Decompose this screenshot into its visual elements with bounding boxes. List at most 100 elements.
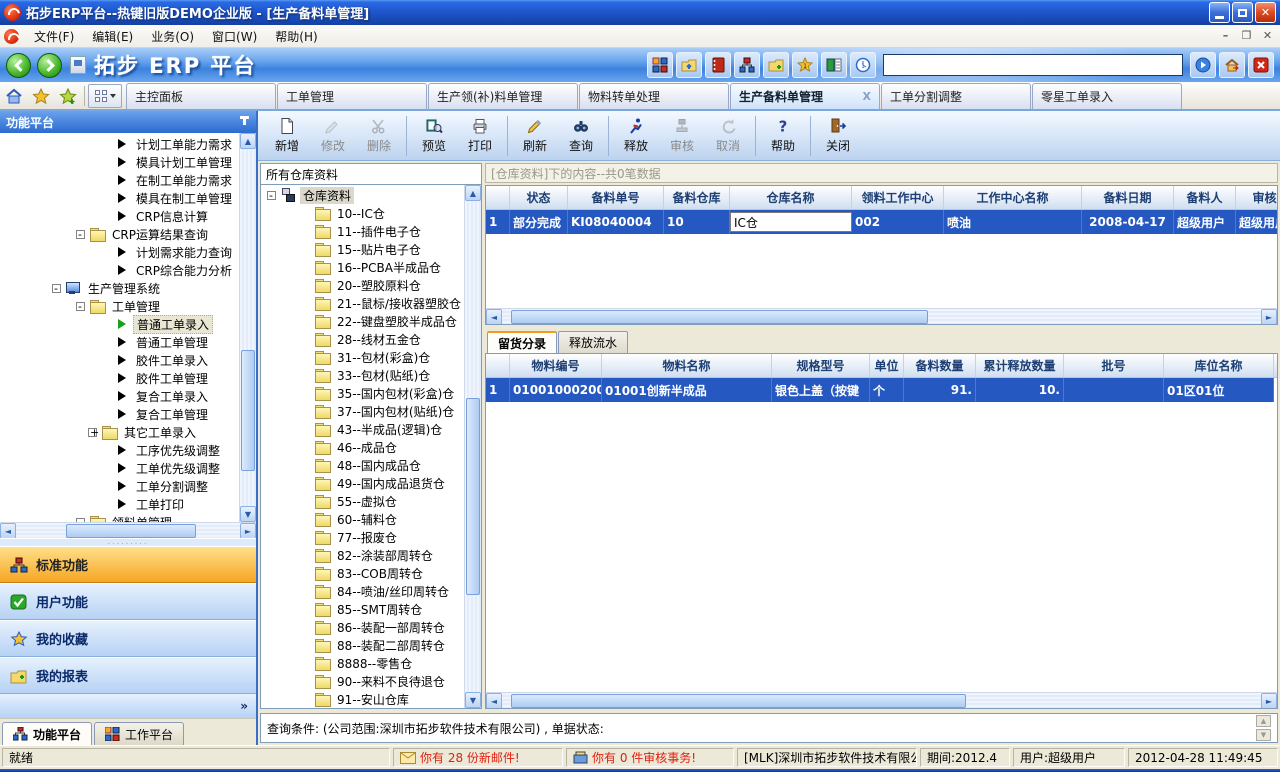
- menu-item[interactable]: 文件(F): [25, 26, 83, 47]
- grid-cell[interactable]: 91.: [904, 378, 976, 402]
- warehouse-tree-item[interactable]: 91--安山仓库: [261, 690, 464, 708]
- refresh-button[interactable]: 刷新: [512, 113, 558, 159]
- scroll-left-icon[interactable]: ◄: [486, 693, 502, 709]
- detail-tab[interactable]: 释放流水: [558, 331, 628, 353]
- tree-item[interactable]: 胶件工单录入: [0, 351, 239, 369]
- warehouse-tree-item[interactable]: 11--插件电子仓: [261, 222, 464, 240]
- column-header[interactable]: 备料仓库: [664, 186, 730, 209]
- tree-item[interactable]: 计划需求能力查询: [0, 243, 239, 261]
- warehouse-tree-item[interactable]: 33--包材(贴纸)仓: [261, 366, 464, 384]
- grid-cell[interactable]: 2008-04-17: [1082, 210, 1174, 234]
- tree-expander-icon[interactable]: [88, 428, 97, 437]
- tree-item[interactable]: 工单分割调整: [0, 477, 239, 495]
- column-header[interactable]: 备料数量: [904, 354, 976, 377]
- warehouse-tree-item[interactable]: 83--COB周转仓: [261, 564, 464, 582]
- warehouse-tree-item[interactable]: 仓库资料: [261, 186, 464, 204]
- mdi-restore-icon[interactable]: ❐: [1238, 29, 1255, 44]
- menu-item[interactable]: 帮助(H): [266, 26, 326, 47]
- orgchart-icon[interactable]: [734, 52, 760, 78]
- warehouse-tree-item[interactable]: 20--塑胶原料仓: [261, 276, 464, 294]
- sidebar-panel-my-reports[interactable]: 我的报表: [0, 657, 256, 694]
- sidebar-vertical-scrollbar[interactable]: ▲ ▼: [239, 133, 256, 522]
- grid-cell[interactable]: 1: [486, 378, 510, 402]
- document-tab[interactable]: 工单分割调整: [881, 83, 1031, 109]
- column-header[interactable]: 规格型号: [772, 354, 870, 377]
- column-header[interactable]: 库位名称: [1164, 354, 1274, 377]
- home-exit-icon[interactable]: [1219, 52, 1245, 78]
- tree-item[interactable]: 胶件工单管理: [0, 369, 239, 387]
- warehouse-tree-item[interactable]: 88--装配二部周转仓: [261, 636, 464, 654]
- splitter-handle[interactable]: .........: [0, 538, 256, 546]
- warehouse-vertical-scrollbar[interactable]: ▲ ▼: [464, 185, 481, 708]
- grid-row-selected[interactable]: 1部分完成KI0804000410IC仓002喷油2008-04-17超级用户超…: [486, 210, 1278, 234]
- tree-item[interactable]: 计划工单能力需求: [0, 135, 239, 153]
- column-header[interactable]: 累计释放数量: [976, 354, 1064, 377]
- menu-item[interactable]: 业务(O): [142, 26, 203, 47]
- sidebar-panel-my-favorites[interactable]: 我的收藏: [0, 620, 256, 657]
- help-button[interactable]: ? 帮助: [760, 113, 806, 159]
- document-tab[interactable]: 工单管理: [277, 83, 427, 109]
- pin-icon[interactable]: [238, 116, 250, 128]
- column-header[interactable]: [486, 186, 510, 209]
- grid2-horizontal-scrollbar[interactable]: ◄ ►: [486, 692, 1277, 708]
- forward-button[interactable]: [37, 53, 62, 78]
- tree-item[interactable]: 模具在制工单管理: [0, 189, 239, 207]
- scrollbar-thumb[interactable]: [511, 694, 966, 708]
- column-header[interactable]: 领料工作中心: [852, 186, 944, 209]
- scrollbar-thumb[interactable]: [466, 398, 480, 594]
- folder-up-icon[interactable]: [676, 52, 702, 78]
- query-button[interactable]: 查询: [558, 113, 604, 159]
- grid-cell[interactable]: KI08040004: [568, 210, 664, 234]
- restore-button[interactable]: [1232, 2, 1253, 23]
- scroll-up-icon[interactable]: ▲: [240, 133, 256, 149]
- grid-cell[interactable]: 01001创新半成品: [602, 378, 772, 402]
- warehouse-tree-item[interactable]: 21--鼠标/接收器塑胶仓: [261, 294, 464, 312]
- warehouse-tree-item[interactable]: 48--国内成品仓: [261, 456, 464, 474]
- tree-expander-icon[interactable]: [267, 191, 276, 200]
- column-header[interactable]: 工作中心名称: [944, 186, 1082, 209]
- scroll-down-icon[interactable]: ▼: [240, 506, 256, 522]
- column-header[interactable]: 备料单号: [568, 186, 664, 209]
- column-header[interactable]: 仓库名称: [730, 186, 852, 209]
- grid-cell[interactable]: 超级用户: [1236, 210, 1278, 234]
- reminder-clock-icon[interactable]: 1: [850, 52, 876, 78]
- sidebar-panel-standard-functions[interactable]: 标准功能: [0, 546, 256, 583]
- document-tab[interactable]: 零星工单录入: [1032, 83, 1182, 109]
- tab-work-platform[interactable]: 工作平台: [94, 722, 184, 745]
- column-header[interactable]: 物料名称: [602, 354, 772, 377]
- column-header[interactable]: 批号: [1064, 354, 1164, 377]
- mdi-minimize-icon[interactable]: –: [1217, 29, 1234, 44]
- tree-item[interactable]: CRP综合能力分析: [0, 261, 239, 279]
- warehouse-tree-item[interactable]: 10--IC仓: [261, 204, 464, 222]
- tree-item[interactable]: CRP信息计算: [0, 207, 239, 225]
- close-view-button[interactable]: 关闭: [815, 113, 861, 159]
- tree-item[interactable]: 工单管理: [0, 297, 239, 315]
- document-tab[interactable]: 主控面板: [126, 83, 276, 109]
- column-header[interactable]: 物料编号: [510, 354, 602, 377]
- warehouse-tree-item[interactable]: 60--辅料仓: [261, 510, 464, 528]
- favorite-add-icon[interactable]: [56, 84, 80, 108]
- layout-switch-button[interactable]: [88, 84, 122, 108]
- go-icon[interactable]: [1190, 52, 1216, 78]
- tree-item[interactable]: 生产管理系统: [0, 279, 239, 297]
- close-button[interactable]: ✕: [1255, 2, 1276, 23]
- warehouse-tree-item[interactable]: 31--包材(彩盒)仓: [261, 348, 464, 366]
- grid-cell[interactable]: 0100100020000: [510, 378, 602, 402]
- grid-cell[interactable]: [1064, 378, 1164, 402]
- grid-cell[interactable]: 个: [870, 378, 904, 402]
- status-mail[interactable]: 你有 28 份新邮件!: [393, 748, 563, 767]
- warehouse-tree-item[interactable]: 37--国内包材(贴纸)仓: [261, 402, 464, 420]
- warehouse-tree-item[interactable]: 49--国内成品退货仓: [261, 474, 464, 492]
- column-header[interactable]: 单位: [870, 354, 904, 377]
- home-icon[interactable]: [2, 84, 26, 108]
- warehouse-tree-item[interactable]: 55--虚拟仓: [261, 492, 464, 510]
- grid-cell[interactable]: 01区01位: [1164, 378, 1274, 402]
- scrollbar-thumb[interactable]: [511, 310, 928, 324]
- grid-cell[interactable]: 002: [852, 210, 944, 234]
- scroll-down-icon[interactable]: ▼: [1256, 729, 1271, 741]
- column-header[interactable]: 备料人: [1174, 186, 1236, 209]
- grid-cell[interactable]: 部分完成: [510, 210, 568, 234]
- tree-expander-icon[interactable]: [52, 284, 61, 293]
- scrollbar-thumb[interactable]: [66, 524, 196, 538]
- tree-item[interactable]: 其它工单录入: [0, 423, 239, 441]
